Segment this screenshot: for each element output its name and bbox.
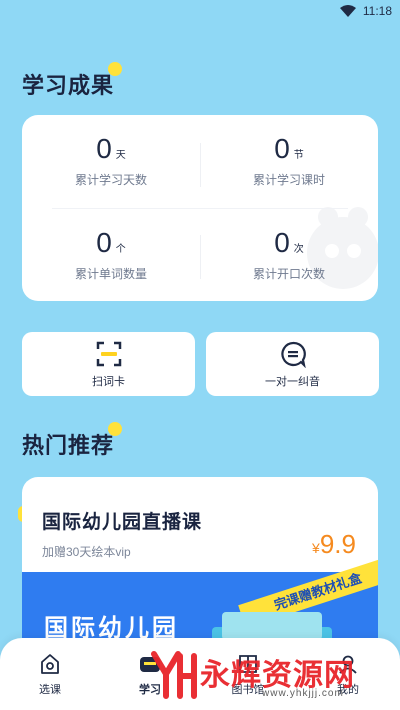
price-amount: 9.9: [319, 529, 356, 559]
chat-icon: [280, 341, 306, 368]
stat-value: 0: [96, 227, 112, 258]
watermark-url: www.yhkjjj.com: [262, 688, 344, 699]
wifi-icon: [340, 5, 356, 17]
stat-label: 累计开口次数: [252, 267, 325, 281]
results-section-title: 学习成果: [22, 62, 123, 100]
nav-item-courses[interactable]: 选课: [20, 652, 80, 697]
course-price: ¥9.9: [312, 529, 356, 560]
stat-value: 0: [274, 227, 290, 258]
stat-value: 0: [274, 133, 290, 164]
stat-label: 累计学习课时: [252, 173, 325, 187]
stat-unit: 次: [293, 244, 304, 255]
price-currency: ¥: [312, 540, 320, 556]
watermark-logo-icon: [151, 651, 197, 699]
nav-label: 选课: [39, 684, 61, 696]
stat-study-days: 0天 累计学习天数: [22, 133, 200, 188]
status-bar: 11:18: [0, 0, 400, 24]
divider: [200, 143, 201, 187]
stat-unit: 天: [115, 150, 126, 161]
stat-value: 0: [96, 133, 112, 164]
stats-card: 0天 累计学习天数 0节 累计学习课时 0个 累计单词数量 0次 累计开口次数: [22, 115, 378, 301]
site-watermark: 永辉资源网 www.yhkjjj.com: [150, 648, 380, 706]
stat-word-count: 0个 累计单词数量: [22, 227, 200, 282]
stat-label: 累计单词数量: [74, 267, 147, 281]
stat-unit: 个: [115, 244, 126, 255]
stat-speaking-count: 0次 累计开口次数: [200, 227, 378, 282]
scan-icon: [96, 341, 121, 367]
stat-study-lessons: 0节 累计学习课时: [200, 133, 378, 188]
course-title: 国际幼儿园直播课: [42, 512, 203, 533]
divider: [52, 208, 348, 209]
divider: [200, 235, 201, 279]
home-icon: [41, 654, 59, 674]
tool-label: 扫词卡: [92, 376, 125, 388]
book-illustration: [222, 612, 322, 640]
pronunciation-coach-button[interactable]: 一对一纠音: [206, 332, 379, 396]
stat-unit: 节: [293, 150, 304, 161]
course-subtitle: 加赠30天绘本vip: [42, 545, 131, 559]
tool-label: 一对一纠音: [265, 376, 320, 388]
status-time: 11:18: [362, 4, 392, 18]
stat-label: 累计学习天数: [74, 173, 147, 187]
scan-word-card-button[interactable]: 扫词卡: [22, 332, 195, 396]
hot-section-title: 热门推荐: [22, 422, 123, 460]
